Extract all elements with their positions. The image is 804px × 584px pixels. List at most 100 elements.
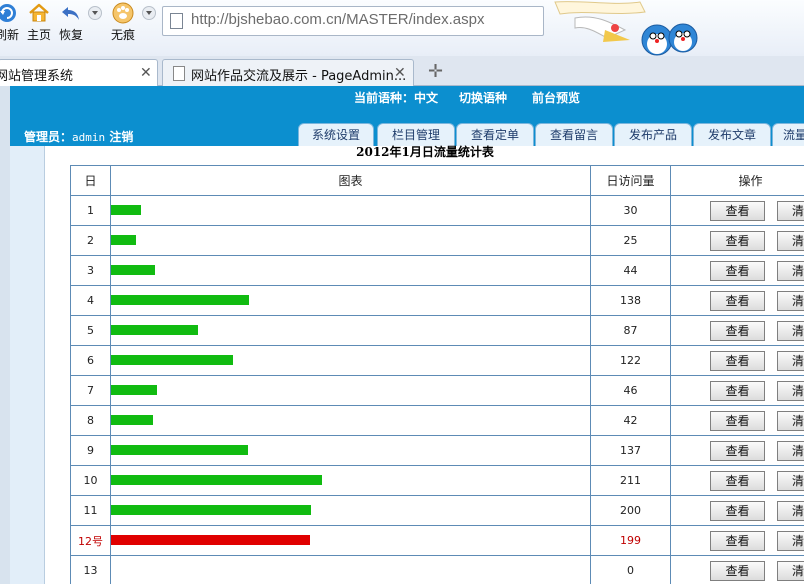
visit-bar-today bbox=[111, 535, 310, 545]
visits-cell: 137 bbox=[590, 435, 671, 466]
clear-button[interactable]: 清 bbox=[777, 561, 804, 581]
visit-bar bbox=[111, 445, 248, 455]
tab-pageadmin[interactable]: 网站作品交流及展示 - PageAdmin... ✕ bbox=[162, 59, 414, 86]
tab-title: 网站作品交流及展示 - PageAdmin... bbox=[191, 69, 407, 84]
actions-cell: 查看清 bbox=[670, 255, 804, 286]
table-row: 3 44 查看清 bbox=[70, 255, 804, 286]
column-header-chart: 图表 bbox=[110, 165, 591, 196]
day-cell: 7 bbox=[70, 375, 111, 406]
clear-button[interactable]: 清 bbox=[777, 381, 804, 401]
refresh-label: 刷新 bbox=[0, 28, 19, 42]
private-mode-button[interactable]: 无痕 bbox=[106, 0, 140, 50]
chart-cell bbox=[110, 315, 591, 346]
home-button[interactable]: 主页 bbox=[22, 0, 56, 50]
visit-bar bbox=[111, 235, 136, 245]
document-icon bbox=[173, 66, 185, 81]
page-icon bbox=[170, 13, 183, 29]
day-cell: 11 bbox=[70, 495, 111, 526]
view-button[interactable]: 查看 bbox=[710, 441, 765, 461]
view-button[interactable]: 查看 bbox=[710, 291, 765, 311]
actions-cell: 查看清 bbox=[670, 375, 804, 406]
undo-dropdown[interactable] bbox=[88, 6, 102, 20]
actions-cell: 查看清 bbox=[670, 525, 804, 556]
table-row: 5 87 查看清 bbox=[70, 315, 804, 346]
chart-cell bbox=[110, 375, 591, 406]
close-icon[interactable]: ✕ bbox=[140, 65, 152, 81]
clear-button[interactable]: 清 bbox=[777, 411, 804, 431]
view-button[interactable]: 查看 bbox=[710, 381, 765, 401]
clear-button[interactable]: 清 bbox=[777, 321, 804, 341]
view-button[interactable]: 查看 bbox=[710, 411, 765, 431]
chart-cell bbox=[110, 285, 591, 316]
home-label: 主页 bbox=[26, 28, 51, 42]
clear-button[interactable]: 清 bbox=[777, 291, 804, 311]
visit-bar bbox=[111, 355, 233, 365]
view-button[interactable]: 查看 bbox=[710, 261, 765, 281]
visit-bar bbox=[111, 265, 155, 275]
clear-button[interactable]: 清 bbox=[777, 351, 804, 371]
clear-button[interactable]: 清 bbox=[777, 261, 804, 281]
clear-button[interactable]: 清 bbox=[777, 531, 804, 551]
stats-table-viewport: 日 图表 日访问量 操作 1 30 查看清 2 25 查看清 3 44 查看清 4 138 查看清 5 8… bbox=[44, 146, 804, 584]
visit-bar bbox=[111, 325, 198, 335]
address-bar[interactable]: http://bjshebao.com.cn/MASTER/index.aspx bbox=[162, 6, 544, 36]
view-button[interactable]: 查看 bbox=[710, 201, 765, 221]
table-row: 7 46 查看清 bbox=[70, 375, 804, 406]
refresh-icon bbox=[0, 4, 16, 22]
actions-cell: 查看清 bbox=[670, 465, 804, 496]
column-header-day: 日 bbox=[70, 165, 111, 196]
current-language: 当前语种：中文 bbox=[354, 91, 439, 105]
clear-button[interactable]: 清 bbox=[777, 471, 804, 491]
view-button[interactable]: 查看 bbox=[710, 321, 765, 341]
private-mode-label: 无痕 bbox=[110, 28, 135, 42]
plus-icon[interactable]: ✛ bbox=[428, 61, 443, 82]
clear-button[interactable]: 清 bbox=[777, 501, 804, 521]
clear-button[interactable]: 清 bbox=[777, 201, 804, 221]
visit-bar bbox=[111, 385, 157, 395]
cms-header: 当前语种：中文 切换语种 前台预览 管理员：admin 注销 系统设置 栏目管理… bbox=[10, 86, 804, 147]
theme-decoration-image bbox=[554, 1, 698, 56]
visit-bar bbox=[111, 475, 322, 485]
actions-cell: 查看清 bbox=[670, 285, 804, 316]
paw-icon bbox=[112, 2, 134, 24]
browser-toolbar: 刷新 主页 恢复 无痕 http://bjshebao.com.cn/MASTE… bbox=[0, 0, 804, 57]
close-icon[interactable]: ✕ bbox=[394, 65, 406, 81]
view-button[interactable]: 查看 bbox=[710, 351, 765, 371]
traffic-stats-table: 日 图表 日访问量 操作 1 30 查看清 2 25 查看清 3 44 查看清 4 138 查看清 5 8… bbox=[70, 165, 804, 584]
actions-cell: 查看清 bbox=[670, 495, 804, 526]
view-button[interactable]: 查看 bbox=[710, 501, 765, 521]
switch-language-link[interactable]: 切换语种 bbox=[459, 89, 507, 106]
view-button[interactable]: 查看 bbox=[710, 231, 765, 251]
clear-button[interactable]: 清 bbox=[777, 231, 804, 251]
actions-cell: 查看清 bbox=[670, 555, 804, 584]
table-header-row: 日 图表 日访问量 操作 bbox=[70, 165, 804, 196]
visits-cell: 211 bbox=[590, 465, 671, 496]
logout-link[interactable]: 注销 bbox=[109, 130, 133, 144]
table-row: 11 200 查看清 bbox=[70, 495, 804, 526]
view-button[interactable]: 查看 bbox=[710, 471, 765, 491]
admin-label: 管理员： bbox=[24, 130, 73, 144]
view-button[interactable]: 查看 bbox=[710, 531, 765, 551]
view-button[interactable]: 查看 bbox=[710, 561, 765, 581]
table-row: 8 42 查看清 bbox=[70, 405, 804, 436]
clear-button[interactable]: 清 bbox=[777, 441, 804, 461]
table-row: 130查看清 bbox=[70, 555, 804, 584]
actions-cell: 查看清 bbox=[670, 315, 804, 346]
address-url[interactable]: http://bjshebao.com.cn/MASTER/index.aspx bbox=[191, 11, 484, 28]
tab-admin-system[interactable]: 网站管理系统 ✕ bbox=[0, 59, 158, 86]
table-row: 130查看清 bbox=[70, 195, 804, 226]
undo-label: 恢复 bbox=[58, 28, 83, 42]
frontend-preview-link[interactable]: 前台预览 bbox=[532, 89, 580, 106]
table-row: 10 211 查看清 bbox=[70, 465, 804, 496]
home-icon bbox=[29, 3, 49, 22]
private-dropdown[interactable] bbox=[142, 6, 156, 20]
day-cell: 12号 bbox=[70, 525, 111, 556]
visits-cell: 138 bbox=[590, 285, 671, 316]
column-header-actions: 操作 bbox=[670, 165, 804, 196]
refresh-button[interactable]: 刷新 bbox=[0, 0, 24, 50]
actions-cell: 查看清 bbox=[670, 435, 804, 466]
chart-cell bbox=[110, 495, 591, 526]
visits-cell: 199 bbox=[590, 525, 671, 556]
undo-button[interactable]: 恢复 bbox=[54, 0, 88, 50]
chart-cell bbox=[110, 255, 591, 286]
